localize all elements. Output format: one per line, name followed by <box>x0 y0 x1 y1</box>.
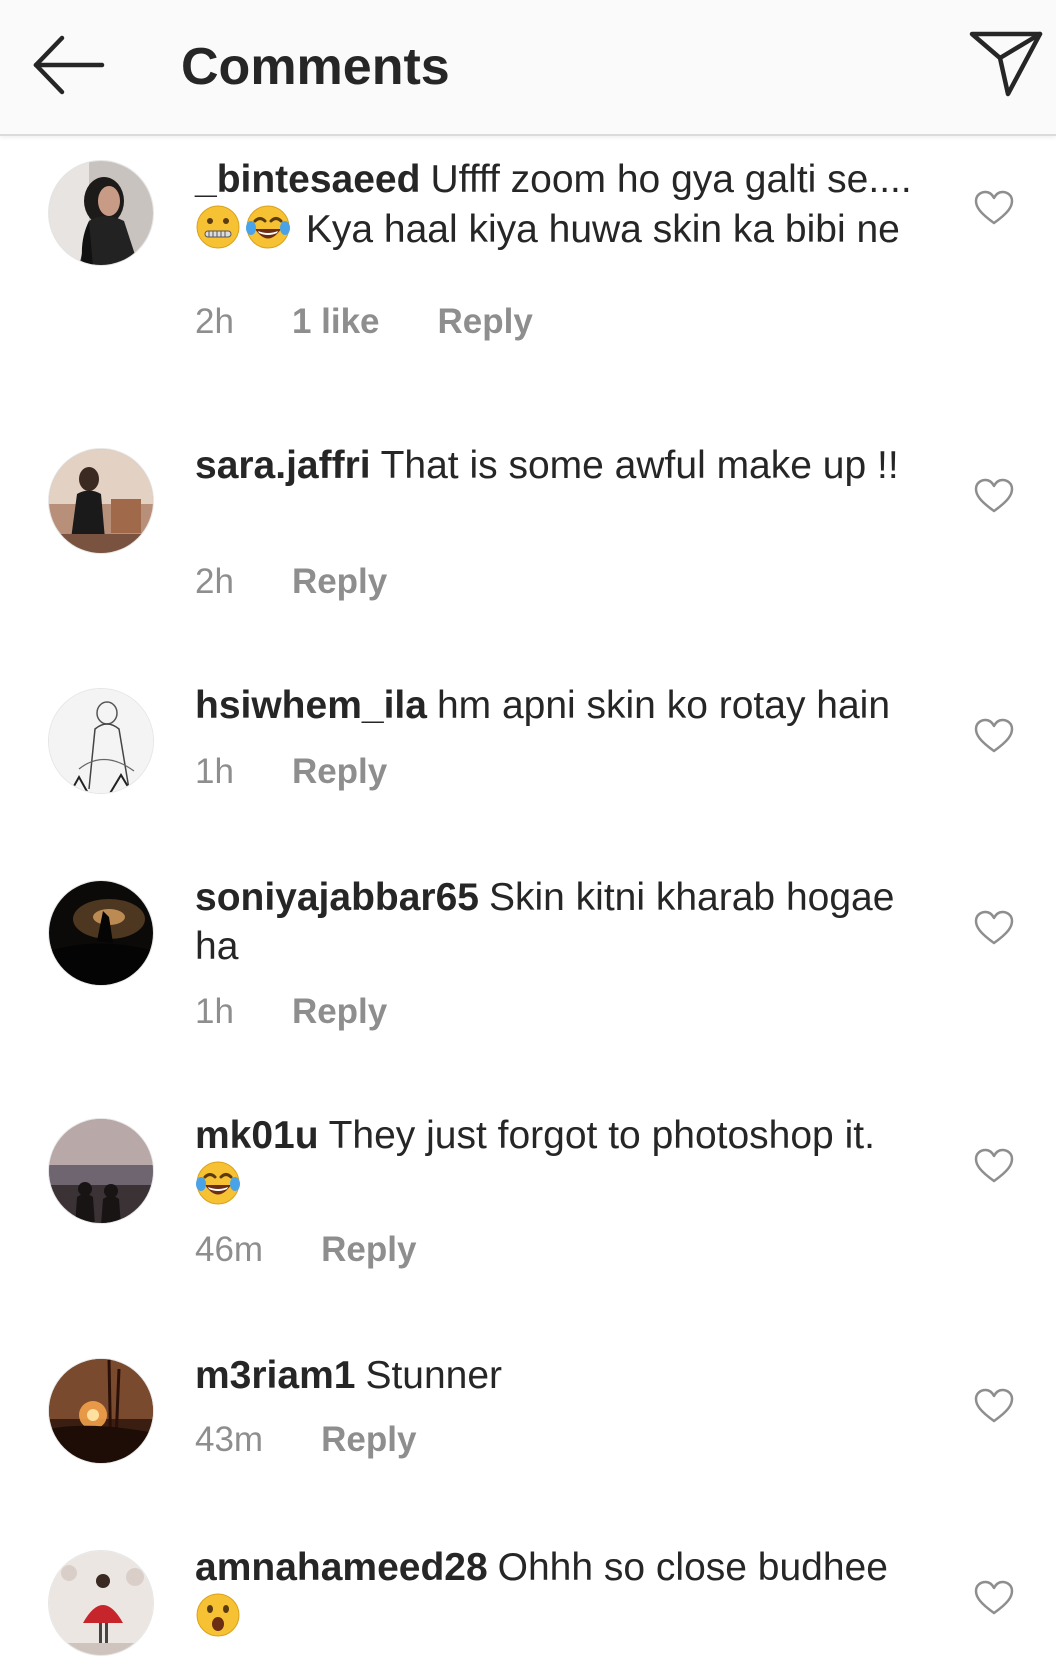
comment-likes[interactable]: 1 like <box>292 300 380 344</box>
comment-meta: 1h Reply <box>195 750 387 794</box>
comment-time: 46m <box>195 1230 264 1269</box>
comment-text: hsiwhem_ila hm apni skin ko rotay hain <box>195 681 940 730</box>
comment-text: amnahameed28 Ohhh so close budhee <box>195 1543 940 1642</box>
avatar[interactable] <box>48 1118 154 1224</box>
back-button[interactable] <box>30 30 110 100</box>
comment-username[interactable]: amnahameed28 <box>195 1546 488 1589</box>
avatar[interactable] <box>48 160 154 266</box>
tears-of-joy-emoji <box>246 205 290 249</box>
comment-text-part: Stunner <box>365 1354 503 1397</box>
reply-button[interactable]: Reply <box>321 1228 416 1272</box>
heart-icon[interactable] <box>974 190 1014 226</box>
reply-button[interactable]: Reply <box>292 990 387 1034</box>
comment-text-part: Kya haal kiya huwa skin ka bibi ne <box>305 208 900 251</box>
comment-meta: 46m Reply <box>195 1228 416 1272</box>
comment-time: 1h <box>195 752 234 791</box>
profile-photo <box>49 881 153 985</box>
comment-text: mk01u They just forgot to photoshop it. <box>195 1111 940 1210</box>
comment-text-part: They just forgot to photoshop it. <box>328 1114 875 1157</box>
comment-meta: 2h 1 like Reply <box>195 300 533 344</box>
comment-meta: 1h Reply <box>195 990 387 1034</box>
avatar[interactable] <box>48 688 154 794</box>
comment-username[interactable]: sara.jaffri <box>195 444 371 487</box>
comment-username[interactable]: mk01u <box>195 1114 319 1157</box>
avatar[interactable] <box>48 1550 154 1656</box>
comment-text-part: Ohhh so close budhee <box>497 1546 888 1589</box>
comment-time: 2h <box>195 562 234 601</box>
comment-text: m3riam1 Stunner <box>195 1351 940 1400</box>
comment-username[interactable]: m3riam1 <box>195 1354 355 1397</box>
heart-icon[interactable] <box>974 1580 1014 1616</box>
paper-plane-icon <box>969 31 1043 97</box>
heart-icon[interactable] <box>974 1388 1014 1424</box>
reply-button[interactable]: Reply <box>292 560 387 604</box>
comments-screen: Comments _bintesaeed Uffff zoom ho gya ga… <box>0 0 1056 1677</box>
avatar[interactable] <box>48 448 154 554</box>
comment-username[interactable]: hsiwhem_ila <box>195 684 427 727</box>
reply-button[interactable]: Reply <box>438 300 533 344</box>
heart-icon[interactable] <box>974 478 1014 514</box>
comment-text-part: That is some awful make up !! <box>380 444 899 487</box>
tears-of-joy-emoji <box>196 1161 240 1205</box>
comment-username[interactable]: _bintesaeed <box>195 158 420 201</box>
comment-time: 43m <box>195 1420 264 1459</box>
header-bar: Comments <box>0 0 1056 136</box>
comment-time: 1h <box>195 992 234 1031</box>
comment-text: soniyajabbar65 Skin kitni kharab hogae ha <box>195 873 940 971</box>
heart-icon[interactable] <box>974 1148 1014 1184</box>
comment-text: _bintesaeed Uffff zoom ho gya galti se...… <box>195 155 940 254</box>
comment-text-part: hm apni skin ko rotay hain <box>436 684 891 727</box>
profile-photo <box>49 449 153 553</box>
comment-text-part: Uffff zoom ho gya galti se.... <box>430 158 912 201</box>
profile-photo <box>49 1551 153 1655</box>
profile-photo <box>49 1119 153 1223</box>
comment-meta: 2h Reply <box>195 560 387 604</box>
profile-photo <box>49 1359 153 1463</box>
send-button[interactable] <box>968 28 1044 100</box>
page-title: Comments <box>181 38 450 96</box>
heart-icon[interactable] <box>974 718 1014 754</box>
comment-username[interactable]: soniyajabbar65 <box>195 876 479 919</box>
profile-photo <box>49 689 153 793</box>
avatar[interactable] <box>48 1358 154 1464</box>
heart-icon[interactable] <box>974 910 1014 946</box>
comment-meta: 43m Reply <box>195 1418 416 1462</box>
comment-time: 2h <box>195 302 234 341</box>
profile-photo <box>49 161 153 265</box>
avatar[interactable] <box>48 880 154 986</box>
astonished-face-emoji <box>196 1593 240 1637</box>
reply-button[interactable]: Reply <box>321 1418 416 1462</box>
arrow-left-icon <box>33 35 105 95</box>
zipper-mouth-face-emoji <box>196 205 240 249</box>
comment-text: sara.jaffri That is some awful make up !! <box>195 441 940 490</box>
reply-button[interactable]: Reply <box>292 750 387 794</box>
